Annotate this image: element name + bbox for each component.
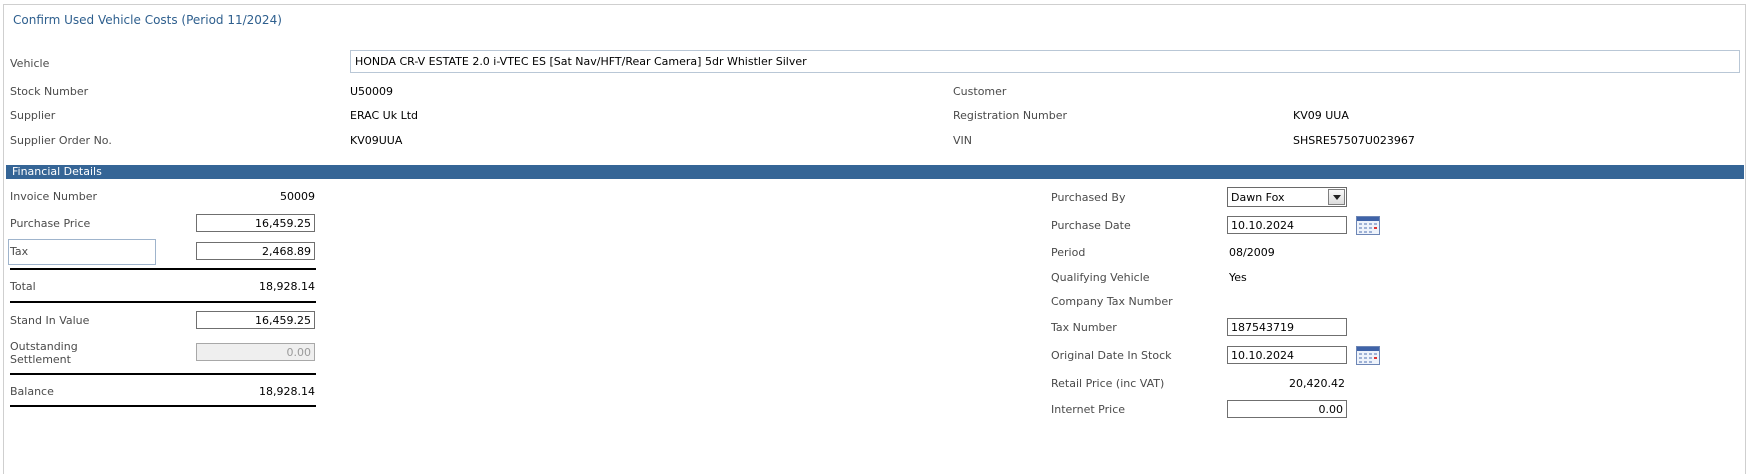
vin-label: VIN (953, 134, 972, 147)
stock-number-label: Stock Number (10, 85, 89, 98)
purchased-by-select[interactable]: Dawn Fox (1227, 187, 1347, 207)
divider (10, 373, 316, 375)
stand-in-value-label: Stand In Value (10, 314, 90, 327)
tax-label: Tax (10, 245, 29, 258)
form-frame (3, 4, 1746, 474)
registration-label: Registration Number (953, 109, 1068, 122)
customer-label: Customer (953, 85, 1007, 98)
original-date-in-stock-input[interactable] (1227, 346, 1347, 364)
supplier-value: ERAC Uk Ltd (350, 109, 418, 122)
invoice-number-label: Invoice Number (10, 190, 98, 203)
chevron-down-icon[interactable] (1328, 189, 1345, 205)
tax-number-label: Tax Number (1051, 321, 1117, 334)
vehicle-field[interactable]: HONDA CR-V ESTATE 2.0 i-VTEC ES [Sat Nav… (350, 50, 1740, 73)
divider (10, 405, 316, 407)
stock-number-value: U50009 (350, 85, 394, 98)
purchase-date-label: Purchase Date (1051, 219, 1131, 232)
financial-details-header: Financial Details (6, 165, 1744, 179)
retail-price-value: 20,420.42 (1289, 377, 1345, 390)
purchase-date-input[interactable] (1227, 216, 1347, 234)
purchased-by-label: Purchased By (1051, 191, 1126, 204)
purchase-price-label: Purchase Price (10, 217, 91, 230)
balance-label: Balance (10, 385, 54, 398)
outstanding-settlement-label-1: Outstanding (10, 340, 78, 353)
tax-input[interactable] (196, 242, 315, 260)
calendar-icon[interactable] (1356, 216, 1380, 235)
vehicle-value: HONDA CR-V ESTATE 2.0 i-VTEC ES [Sat Nav… (355, 55, 807, 68)
vin-value: SHSRE57507U023967 (1293, 134, 1415, 147)
tax-number-input[interactable] (1227, 318, 1347, 336)
outstanding-settlement-label-2: Settlement (10, 353, 71, 366)
company-tax-number-label: Company Tax Number (1051, 295, 1173, 308)
divider (10, 268, 316, 270)
qualifying-vehicle-label: Qualifying Vehicle (1051, 271, 1150, 284)
calendar-icon[interactable] (1356, 346, 1380, 365)
stand-in-value-input[interactable] (196, 311, 315, 329)
period-value: 08/2009 (1229, 246, 1275, 259)
total-label: Total (10, 280, 36, 293)
tax-label-focus (8, 239, 156, 265)
registration-value: KV09 UUA (1293, 109, 1349, 122)
qualifying-vehicle-value: Yes (1229, 271, 1247, 284)
original-date-in-stock-label: Original Date In Stock (1051, 349, 1172, 362)
vehicle-label: Vehicle (10, 57, 50, 70)
total-value: 18,928.14 (259, 280, 315, 293)
page-title: Confirm Used Vehicle Costs (Period 11/20… (13, 13, 282, 27)
purchase-price-input[interactable] (196, 214, 315, 232)
retail-price-label: Retail Price (inc VAT) (1051, 377, 1165, 390)
internet-price-input[interactable] (1227, 400, 1347, 418)
purchased-by-value: Dawn Fox (1231, 191, 1285, 204)
supplier-order-value: KV09UUA (350, 134, 403, 147)
supplier-order-label: Supplier Order No. (10, 134, 112, 147)
supplier-label: Supplier (10, 109, 56, 122)
outstanding-settlement-input (196, 343, 315, 361)
internet-price-label: Internet Price (1051, 403, 1126, 416)
balance-value: 18,928.14 (259, 385, 315, 398)
divider (10, 301, 316, 303)
invoice-number-value: 50009 (280, 190, 315, 203)
period-label: Period (1051, 246, 1086, 259)
